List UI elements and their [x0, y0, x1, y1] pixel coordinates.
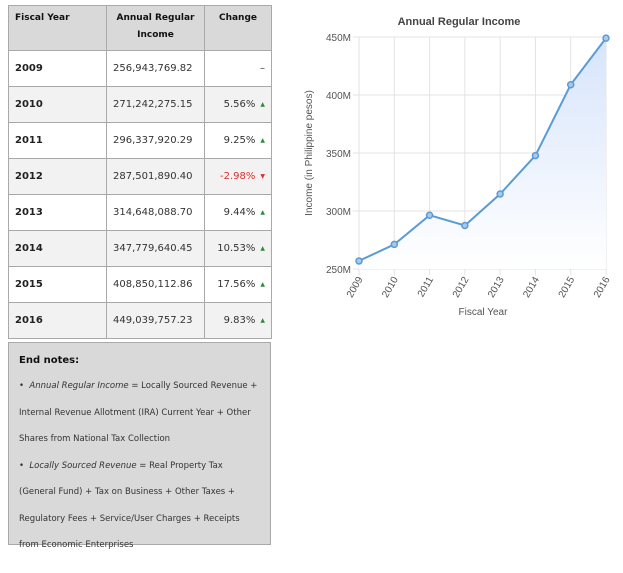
table-header-row: Fiscal Year Annual Regular Income Change — [8, 5, 272, 51]
table-row: 2013 314,648,088.70 9.44% ▲ — [8, 194, 272, 231]
cell-fiscal-year: 2016 — [8, 302, 107, 339]
cell-change: 5.56% ▲ — [204, 86, 272, 123]
header-change: Change — [204, 5, 272, 51]
end-note-item: • Annual Regular Income = Locally Source… — [19, 381, 258, 444]
cell-fiscal-year: 2014 — [8, 230, 107, 267]
cell-annual-income: 408,850,112.86 — [106, 266, 205, 303]
x-tick-label: 2009 — [345, 275, 366, 300]
data-point — [425, 211, 434, 219]
change-value: -2.98% — [219, 171, 256, 182]
y-tick-label: 450M — [326, 33, 351, 44]
cell-annual-income: 287,501,890.40 — [106, 158, 205, 195]
arrow-up-icon: ▲ — [260, 280, 265, 288]
data-point — [355, 257, 363, 265]
end-notes-title: End notes: — [19, 355, 80, 366]
arrow-up-icon: ▲ — [260, 316, 265, 324]
data-point — [496, 190, 504, 198]
income-table: Fiscal Year Annual Regular Income Change… — [8, 5, 272, 339]
table-row: 2011 296,337,920.29 9.25% ▲ — [8, 122, 272, 159]
cell-fiscal-year: 2011 — [8, 122, 107, 159]
change-value: 9.83% — [223, 315, 256, 326]
cell-annual-income: 314,648,088.70 — [106, 194, 205, 231]
cell-fiscal-year: 2015 — [8, 266, 107, 303]
chart-x-axis-label: Fiscal Year — [459, 307, 509, 318]
chart-y-axis-label: Income (in Philippine pesos) — [304, 90, 315, 216]
cell-fiscal-year: 2012 — [8, 158, 107, 195]
data-point — [531, 151, 540, 160]
arrow-up-icon: ▲ — [260, 244, 265, 252]
end-note-item: • Locally Sourced Revenue = Real Propert… — [19, 460, 240, 551]
change-value: – — [260, 63, 265, 74]
x-tick-label: 2013 — [486, 275, 507, 300]
income-chart: Annual Regular Income Income (in Philipp… — [304, 16, 613, 318]
data-point — [602, 34, 610, 42]
x-tick-label: 2011 — [416, 275, 436, 300]
cell-fiscal-year: 2010 — [8, 86, 107, 123]
x-tick-label: 2010 — [380, 275, 401, 300]
cell-annual-income: 347,779,640.45 — [106, 230, 205, 267]
cell-change: 17.56% ▲ — [204, 266, 272, 303]
cell-annual-income: 271,242,275.15 — [106, 86, 205, 123]
end-note-term: Annual Regular Income — [29, 381, 129, 391]
table-row: 2009 256,943,769.82 – — [8, 50, 272, 87]
cell-fiscal-year: 2013 — [8, 194, 107, 231]
change-value: 9.25% — [223, 135, 256, 146]
y-tick-label: 350M — [326, 149, 351, 160]
change-value: 9.44% — [223, 207, 256, 218]
cell-fiscal-year: 2009 — [8, 50, 107, 87]
x-tick-label: 2015 — [557, 275, 578, 300]
cell-annual-income: 256,943,769.82 — [106, 50, 205, 87]
left-panel: Fiscal Year Annual Regular Income Change… — [8, 5, 272, 550]
x-tick-label: 2016 — [592, 275, 613, 300]
arrow-up-icon: ▲ — [260, 100, 265, 108]
data-point — [461, 221, 469, 230]
cell-change: -2.98% ▼ — [204, 158, 272, 195]
data-point — [390, 240, 399, 249]
table-row: 2016 449,039,757.23 9.83% ▲ — [8, 302, 272, 339]
arrow-up-icon: ▲ — [260, 136, 265, 144]
chart-y-ticks: 250M 300M 350M 400M 450M — [326, 33, 351, 276]
cell-change: 10.53% ▲ — [204, 230, 272, 267]
table-row: 2010 271,242,275.15 5.56% ▲ — [8, 86, 272, 123]
y-tick-label: 250M — [326, 265, 351, 276]
chart-x-ticks: 2009 2010 2011 2012 2013 2014 2015 2016 — [345, 275, 613, 300]
table-row: 2015 408,850,112.86 17.56% ▲ — [8, 266, 272, 303]
arrow-down-icon: ▼ — [260, 172, 265, 180]
change-value: 5.56% — [223, 99, 256, 110]
x-tick-label: 2014 — [521, 275, 542, 300]
data-point — [566, 80, 575, 89]
cell-change: 9.44% ▲ — [204, 194, 272, 231]
chart-title: Annual Regular Income — [398, 16, 521, 28]
change-value: 10.53% — [217, 243, 256, 254]
chart-area-fill — [359, 38, 606, 269]
table-body: 2009 256,943,769.82–2010 271,242,275.15 5.5… — [8, 50, 272, 339]
arrow-up-icon: ▲ — [260, 208, 265, 216]
table-row: 2012 287,501,890.40 -2.98% ▼ — [8, 158, 272, 195]
y-tick-label: 400M — [326, 91, 351, 102]
cell-change: 9.25% ▲ — [204, 122, 272, 159]
end-note-definition: = Real Property Tax (General Fund) + Tax… — [19, 460, 240, 551]
change-value: 17.56% — [217, 279, 256, 290]
x-tick-label: 2012 — [451, 275, 472, 300]
table-row: 2014 347,779,640.45 10.53% ▲ — [8, 230, 272, 267]
header-annual-income: Annual Regular Income — [106, 5, 205, 51]
end-note-term: Locally Sourced Revenue — [29, 460, 137, 471]
header-fiscal-year: Fiscal Year — [8, 5, 107, 51]
cell-change: 9.83% ▲ — [204, 302, 272, 339]
end-notes: End notes: • Annual Regular Income = Loc… — [8, 342, 271, 550]
cell-annual-income: 296,337,920.29 — [106, 122, 205, 159]
y-tick-label: 300M — [326, 207, 351, 218]
cell-change: – — [204, 50, 272, 87]
cell-annual-income: 449,039,757.23 — [106, 302, 205, 339]
